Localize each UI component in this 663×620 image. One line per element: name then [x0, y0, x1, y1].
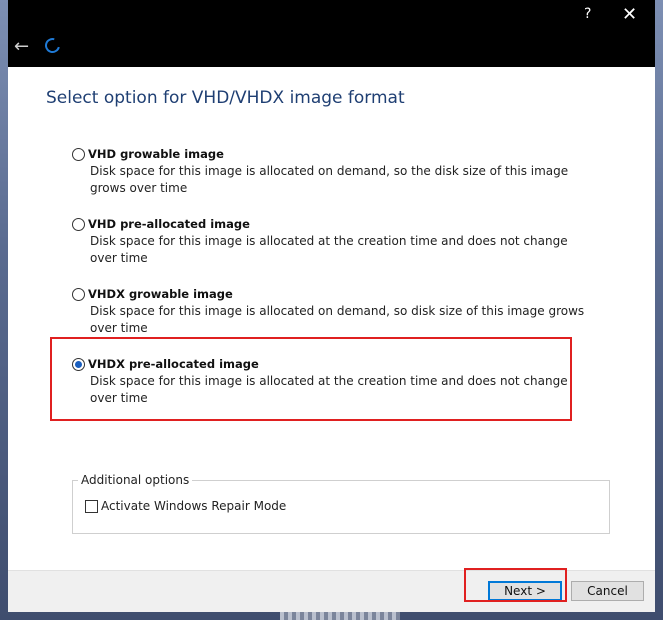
repair-mode-label[interactable]: Activate Windows Repair Mode [101, 499, 286, 513]
cancel-button[interactable]: Cancel [571, 581, 644, 601]
option-title: VHD growable image [88, 147, 224, 161]
next-highlight-box [464, 568, 567, 602]
selection-highlight-box [50, 337, 572, 421]
option-description: Disk space for this image is allocated a… [90, 234, 568, 265]
option-description: Disk space for this image is allocated o… [90, 304, 585, 335]
close-icon[interactable]: ✕ [622, 4, 637, 25]
additional-options-legend: Additional options [78, 473, 193, 487]
back-arrow-icon[interactable]: ← [14, 36, 29, 57]
page-title: Select option for VHD/VHDX image format [46, 88, 405, 108]
title-bar: ? ✕ ← [8, 0, 655, 67]
help-icon[interactable]: ? [584, 6, 591, 22]
radio-vhdx-growable[interactable] [72, 288, 85, 301]
wizard-window: ? ✕ ← Select option for VHD/VHDX image f… [8, 0, 655, 612]
option-title: VHD pre-allocated image [88, 217, 250, 231]
option-title: VHDX growable image [88, 287, 233, 301]
radio-vhd-preallocated[interactable] [72, 218, 85, 231]
radio-vhd-growable[interactable] [72, 148, 85, 161]
spinner-icon [42, 35, 63, 56]
option-description: Disk space for this image is allocated o… [90, 164, 569, 195]
repair-mode-checkbox[interactable] [85, 500, 98, 513]
